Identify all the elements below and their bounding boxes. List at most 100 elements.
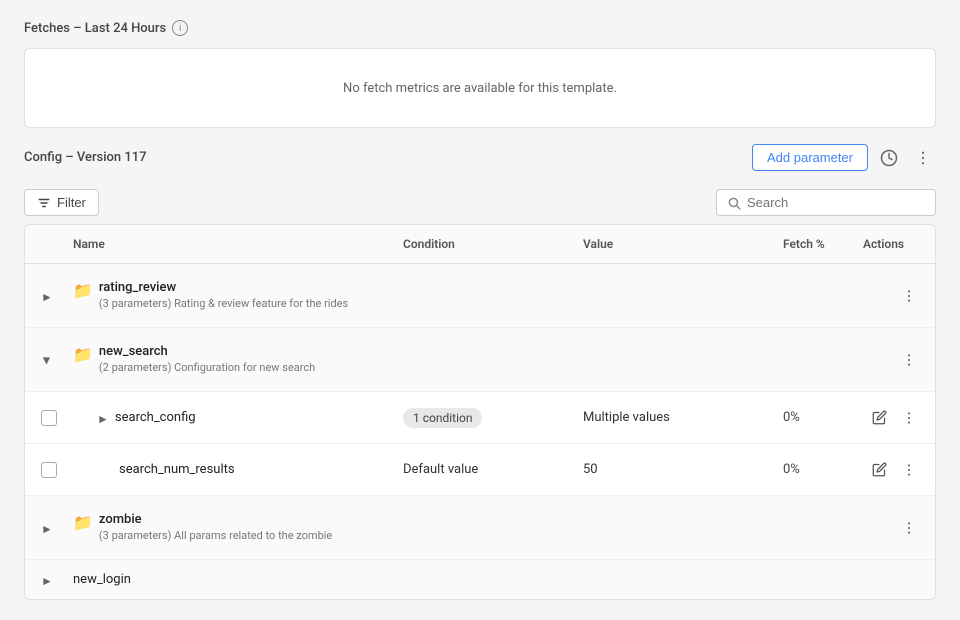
table-row: ► 📁 rating_review (3 parameters) Rating … bbox=[25, 264, 935, 328]
row-sub: (3 parameters) All params related to the… bbox=[99, 529, 332, 543]
fetch-empty-message: No fetch metrics are available for this … bbox=[343, 81, 617, 96]
row-checkbox[interactable] bbox=[41, 410, 57, 426]
cell-condition: Default value bbox=[395, 454, 575, 485]
row-sub: (3 parameters) Rating & review feature f… bbox=[99, 297, 348, 311]
cell-expand: ► bbox=[25, 512, 65, 544]
value-text: Multiple values bbox=[583, 410, 670, 425]
row-more-button[interactable] bbox=[895, 458, 923, 482]
cell-expand: ► bbox=[25, 564, 65, 596]
config-actions: Add parameter bbox=[752, 144, 936, 171]
search-icon bbox=[727, 196, 741, 210]
fetches-title: Fetches – Last 24 Hours bbox=[24, 21, 166, 36]
cell-actions bbox=[855, 398, 935, 438]
row-name: zombie bbox=[99, 512, 332, 527]
expand-icon[interactable]: ► bbox=[41, 522, 53, 536]
cell-actions bbox=[855, 340, 935, 380]
cell-name: 📁 zombie (3 parameters) All params relat… bbox=[65, 500, 395, 555]
cell-value: Multiple values bbox=[575, 402, 775, 433]
cell-value bbox=[575, 572, 775, 588]
cell-actions bbox=[855, 450, 935, 490]
toolbar: Filter bbox=[24, 181, 936, 224]
more-vert-icon bbox=[914, 149, 932, 167]
cell-actions bbox=[855, 508, 935, 548]
cell-checkbox bbox=[25, 402, 65, 434]
search-box bbox=[716, 189, 936, 216]
more-vert-icon bbox=[901, 520, 917, 536]
cell-name: 📁 rating_review (3 parameters) Rating & … bbox=[65, 268, 395, 323]
cell-actions bbox=[855, 276, 935, 316]
col-expand bbox=[25, 233, 65, 255]
cell-name: search_num_results bbox=[65, 450, 395, 489]
filter-icon bbox=[37, 196, 51, 210]
cell-value: 50 bbox=[575, 454, 775, 485]
value-text: 50 bbox=[583, 462, 598, 477]
row-checkbox[interactable] bbox=[41, 462, 57, 478]
cell-value bbox=[575, 288, 775, 304]
table-row: ► new_login bbox=[25, 560, 935, 599]
cell-fetch-pct bbox=[775, 352, 855, 368]
col-condition: Condition bbox=[395, 233, 575, 255]
more-vert-icon bbox=[901, 410, 917, 426]
row-edit-button[interactable] bbox=[866, 458, 893, 481]
expand-icon[interactable]: ► bbox=[40, 355, 54, 367]
cell-expand: ► bbox=[25, 280, 65, 312]
fetch-pct-text: 0% bbox=[783, 462, 800, 477]
table-row: search_num_results Default value 50 0% bbox=[25, 444, 935, 496]
filter-button[interactable]: Filter bbox=[24, 189, 99, 216]
cell-name: 📁 new_search (2 parameters) Configuratio… bbox=[65, 332, 395, 387]
fetch-empty-box: No fetch metrics are available for this … bbox=[24, 48, 936, 128]
more-vert-icon bbox=[901, 288, 917, 304]
cell-actions bbox=[855, 572, 935, 588]
row-name: rating_review bbox=[99, 280, 348, 295]
table-row: ► 📁 new_search (2 parameters) Configurat… bbox=[25, 328, 935, 392]
row-name: new_login bbox=[73, 572, 131, 587]
row-sub: (2 parameters) Configuration for new sea… bbox=[99, 361, 315, 375]
table-row: ► search_config 1 condition Multiple val… bbox=[25, 392, 935, 444]
row-name: search_config bbox=[115, 410, 196, 425]
row-more-button[interactable] bbox=[895, 406, 923, 430]
cell-fetch-pct: 0% bbox=[775, 454, 855, 485]
row-more-button[interactable] bbox=[895, 348, 923, 372]
condition-text: Default value bbox=[403, 462, 478, 477]
table-row: ► 📁 zombie (3 parameters) All params rel… bbox=[25, 496, 935, 560]
more-options-button[interactable] bbox=[910, 145, 936, 171]
filter-label: Filter bbox=[57, 195, 86, 210]
cell-expand: ► bbox=[25, 344, 65, 376]
expand-icon[interactable]: ► bbox=[41, 574, 53, 588]
folder-icon: 📁 bbox=[73, 281, 93, 300]
folder-icon: 📁 bbox=[73, 513, 93, 532]
expand-icon[interactable]: ► bbox=[97, 412, 109, 426]
row-more-button[interactable] bbox=[895, 516, 923, 540]
config-header: Config – Version 117 Add parameter bbox=[24, 144, 936, 171]
cell-fetch-pct: 0% bbox=[775, 402, 855, 433]
row-more-button[interactable] bbox=[895, 284, 923, 308]
fetches-info-icon[interactable]: i bbox=[172, 20, 188, 36]
folder-icon: 📁 bbox=[73, 345, 93, 364]
col-name: Name bbox=[65, 233, 395, 255]
col-fetch-pct: Fetch % bbox=[775, 233, 855, 255]
cell-checkbox bbox=[25, 454, 65, 486]
row-name: search_num_results bbox=[119, 462, 235, 477]
pencil-icon bbox=[872, 410, 887, 425]
search-input[interactable] bbox=[747, 195, 925, 210]
cell-fetch-pct bbox=[775, 572, 855, 588]
more-vert-icon bbox=[901, 352, 917, 368]
cell-condition bbox=[395, 572, 575, 588]
more-vert-icon bbox=[901, 462, 917, 478]
config-title: Config – Version 117 bbox=[24, 150, 147, 165]
cell-condition: 1 condition bbox=[395, 400, 575, 436]
expand-icon[interactable]: ► bbox=[41, 290, 53, 304]
history-button[interactable] bbox=[876, 145, 902, 171]
cell-condition bbox=[395, 520, 575, 536]
fetches-header: Fetches – Last 24 Hours i bbox=[24, 20, 936, 36]
parameters-table: Name Condition Value Fetch % Actions ► 📁… bbox=[24, 224, 936, 600]
add-parameter-button[interactable]: Add parameter bbox=[752, 144, 868, 171]
cell-value bbox=[575, 520, 775, 536]
row-edit-button[interactable] bbox=[866, 406, 893, 429]
pencil-icon bbox=[872, 462, 887, 477]
table-header: Name Condition Value Fetch % Actions bbox=[25, 225, 935, 264]
main-page: Fetches – Last 24 Hours i No fetch metri… bbox=[0, 0, 960, 620]
history-icon bbox=[880, 149, 898, 167]
cell-fetch-pct bbox=[775, 288, 855, 304]
col-value: Value bbox=[575, 233, 775, 255]
